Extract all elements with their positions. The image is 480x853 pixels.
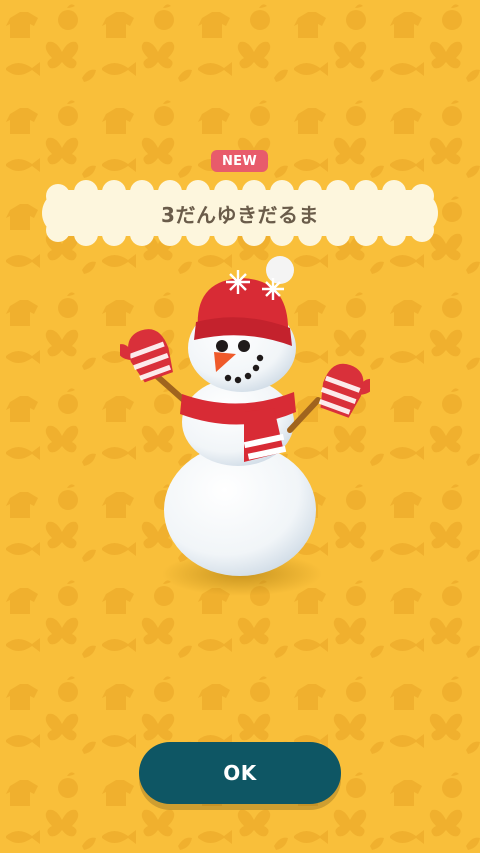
ok-button-label: OK [223,761,257,785]
snowman-icon [120,256,370,596]
ok-button[interactable]: OK [139,742,341,804]
new-badge: NEW [211,150,268,172]
item-name: 3だんゆきだるま [161,202,319,227]
item-name-banner: 3だんゆきだるま [34,180,446,246]
